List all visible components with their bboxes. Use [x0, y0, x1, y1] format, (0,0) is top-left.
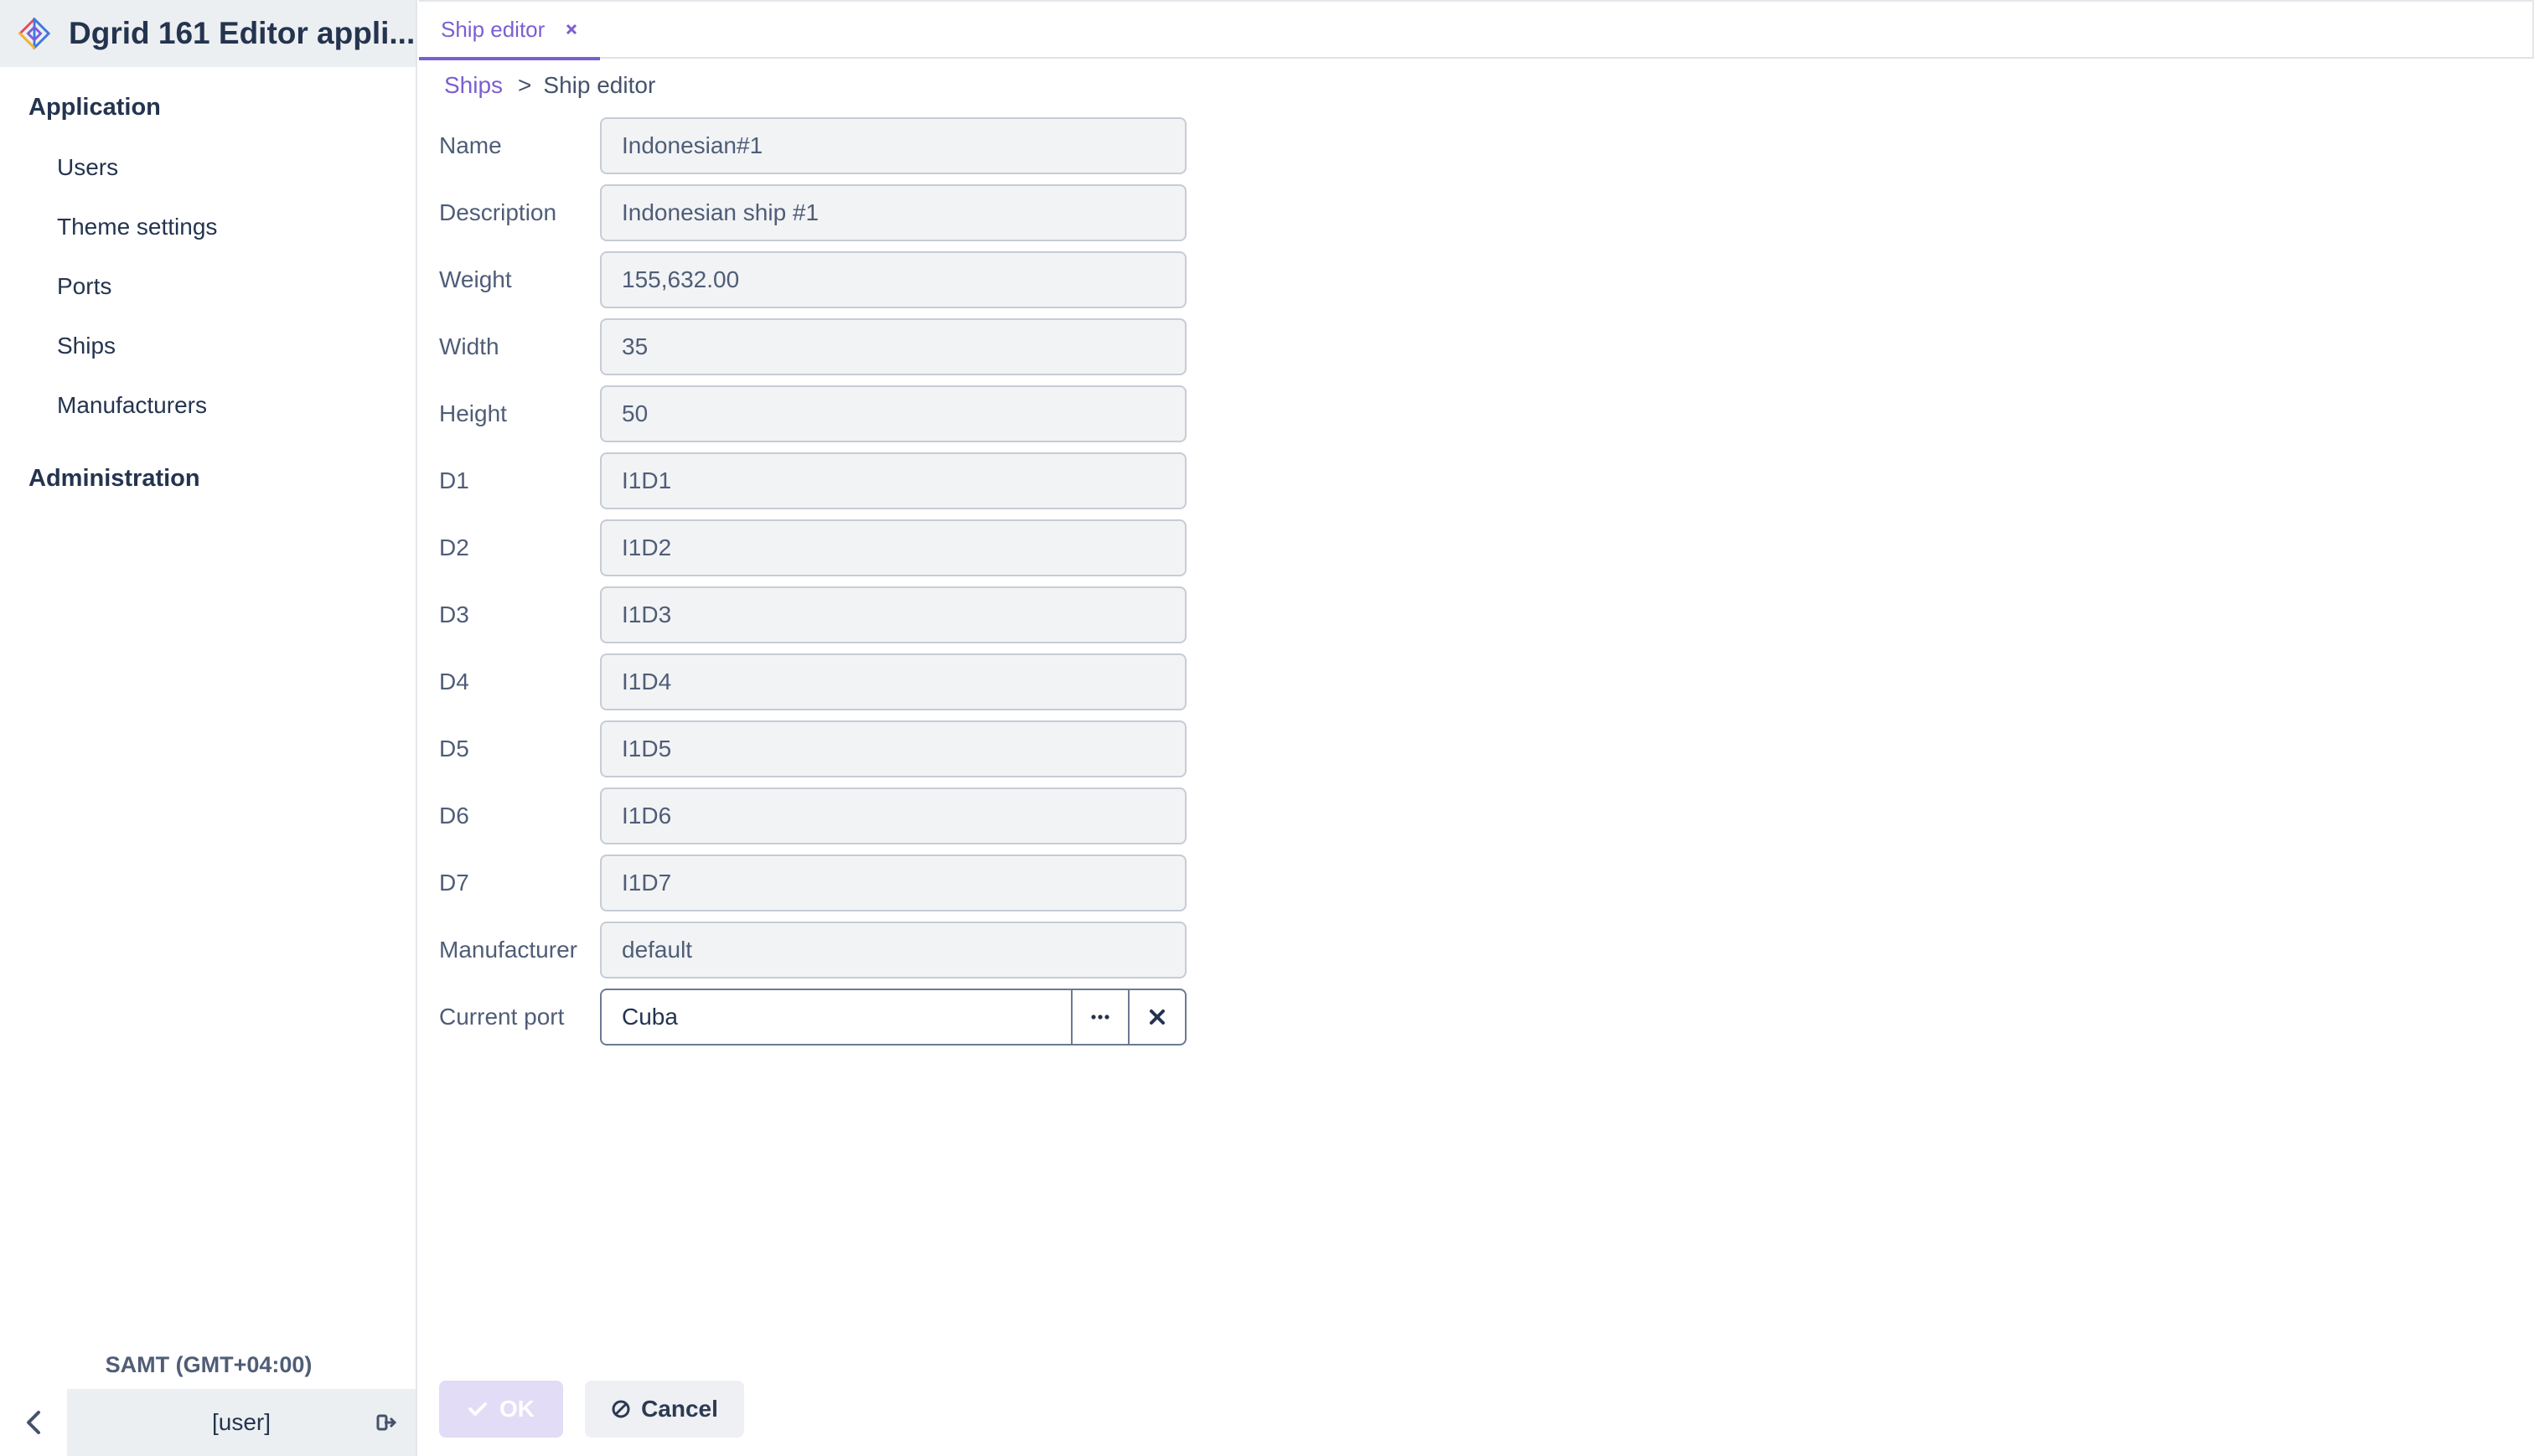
app-logo-icon [18, 18, 50, 49]
main-menu: Application Users Theme settings Ports S… [0, 67, 416, 503]
d6-field[interactable]: I1D6 [600, 787, 1187, 844]
form-row-d5: D5 I1D5 [439, 720, 1187, 777]
breadcrumb-ships-link[interactable]: Ships [444, 72, 503, 99]
cancel-label: Cancel [641, 1396, 718, 1422]
main-area: Ship editor Ships > Ship editor Name Ind… [419, 0, 2534, 1456]
tab-ship-editor[interactable]: Ship editor [419, 2, 600, 60]
form-row-d7: D7 I1D7 [439, 854, 1187, 911]
form-row-weight: Weight 155,632.00 [439, 251, 1187, 308]
form-row-d3: D3 I1D3 [439, 586, 1187, 643]
lookup-select-button[interactable] [1073, 989, 1130, 1046]
tab-bar: Ship editor [419, 0, 2534, 60]
height-label: Height [439, 400, 507, 426]
d2-label: D2 [439, 534, 469, 560]
d4-label: D4 [439, 669, 469, 694]
form-row-d6: D6 I1D6 [439, 787, 1187, 844]
height-field[interactable]: 50 [600, 385, 1187, 442]
d4-field[interactable]: I1D4 [600, 653, 1187, 710]
name-label: Name [439, 132, 502, 158]
d5-field[interactable]: I1D5 [600, 720, 1187, 777]
current-port-lookup: Cuba [600, 989, 1187, 1046]
menu-item-users[interactable]: Users [0, 137, 416, 197]
menu-group-application[interactable]: Application [0, 82, 416, 132]
breadcrumb: Ships > Ship editor [444, 72, 655, 99]
lookup-clear-button[interactable] [1130, 989, 1187, 1046]
d1-label: D1 [439, 467, 469, 493]
tab-label: Ship editor [441, 16, 546, 42]
menu-item-manufacturers[interactable]: Manufacturers [0, 375, 416, 435]
weight-label: Weight [439, 266, 512, 292]
ellipsis-icon [1091, 1015, 1109, 1020]
ok-button[interactable]: OK [439, 1381, 563, 1438]
form-row-current-port: Current port Cuba [439, 989, 1187, 1046]
description-field[interactable]: Indonesian ship #1 [600, 184, 1187, 241]
current-port-label: Current port [439, 1004, 565, 1030]
collapse-sidebar-button[interactable] [0, 1389, 67, 1456]
close-icon[interactable] [563, 21, 580, 38]
form-row-d1: D1 I1D1 [439, 452, 1187, 509]
manufacturer-label: Manufacturer [439, 937, 577, 963]
ok-label: OK [499, 1396, 535, 1422]
menu-item-ships[interactable]: Ships [0, 316, 416, 375]
name-field[interactable]: Indonesian#1 [600, 117, 1187, 174]
manufacturer-field[interactable]: default [600, 922, 1187, 978]
menu-item-theme-settings[interactable]: Theme settings [0, 197, 416, 256]
breadcrumb-current: Ship editor [543, 72, 656, 98]
app-title: Dgrid 161 Editor appli... [69, 16, 416, 50]
current-port-field[interactable]: Cuba [600, 989, 1073, 1046]
form-row-name: Name Indonesian#1 [439, 117, 1187, 174]
logout-icon [376, 1414, 397, 1431]
d3-field[interactable]: I1D3 [600, 586, 1187, 643]
user-name: [user] [211, 1409, 272, 1435]
form-actions: OK Cancel [439, 1381, 744, 1438]
form-row-d2: D2 I1D2 [439, 519, 1187, 576]
chevron-left-icon [27, 1411, 40, 1434]
d7-field[interactable]: I1D7 [600, 854, 1187, 911]
sidebar-footer: [user] [0, 1389, 416, 1456]
menu-items: Users Theme settings Ports Ships Manufac… [0, 137, 416, 435]
ship-form: Name Indonesian#1 Description Indonesian… [439, 117, 1187, 1056]
timezone-label: SAMT (GMT+04:00) [105, 1352, 313, 1377]
app-header: Dgrid 161 Editor appli... [0, 0, 416, 67]
form-row-d4: D4 I1D4 [439, 653, 1187, 710]
d1-field[interactable]: I1D1 [600, 452, 1187, 509]
cancel-button[interactable]: Cancel [585, 1381, 744, 1438]
menu-item-ports[interactable]: Ports [0, 256, 416, 316]
description-label: Description [439, 199, 557, 225]
breadcrumb-separator: > [518, 72, 532, 98]
clear-icon [1150, 1009, 1165, 1025]
menu-group-administration[interactable]: Administration [0, 453, 416, 503]
form-row-width: Width 35 [439, 318, 1187, 375]
width-label: Width [439, 333, 499, 359]
d2-field[interactable]: I1D2 [600, 519, 1187, 576]
d5-label: D5 [439, 736, 469, 762]
form-row-description: Description Indonesian ship #1 [439, 184, 1187, 241]
logout-button[interactable] [374, 1409, 401, 1436]
d3-label: D3 [439, 602, 469, 627]
check-icon [468, 1402, 487, 1416]
width-field[interactable]: 35 [600, 318, 1187, 375]
d7-label: D7 [439, 870, 469, 896]
form-row-height: Height 50 [439, 385, 1187, 442]
weight-field[interactable]: 155,632.00 [600, 251, 1187, 308]
user-indicator[interactable]: [user] [67, 1389, 416, 1456]
d6-label: D6 [439, 803, 469, 829]
sidebar: Dgrid 161 Editor appli... Application Us… [0, 0, 417, 1456]
cancel-icon [612, 1400, 630, 1418]
form-row-manufacturer: Manufacturer default [439, 922, 1187, 978]
